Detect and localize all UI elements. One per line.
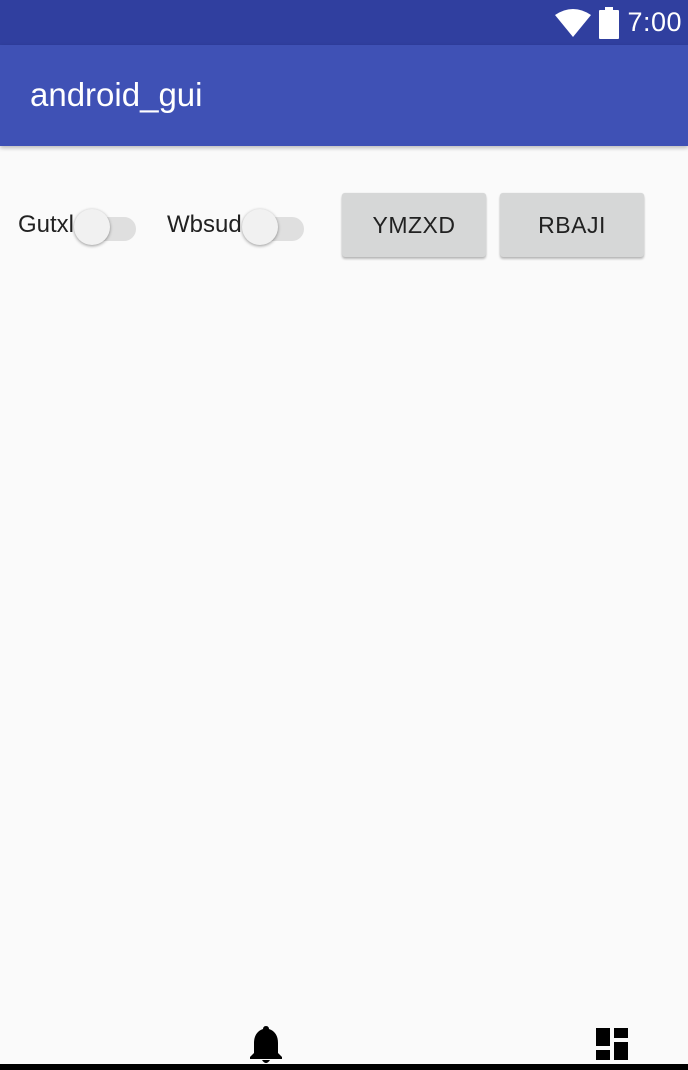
switch-gutxl[interactable]: Gutxl xyxy=(18,208,137,245)
ymzxd-button[interactable]: YMZXD xyxy=(342,193,486,257)
switch-thumb[interactable] xyxy=(241,209,278,245)
switch-label-wbsud: Wbsud xyxy=(167,211,242,238)
toggle-switch-wbsud[interactable] xyxy=(241,208,304,245)
wifi-icon xyxy=(555,8,592,37)
battery-icon xyxy=(599,6,620,39)
status-icons: 7:00 xyxy=(555,0,682,45)
bottom-icon-area xyxy=(0,1020,688,1070)
status-time: 7:00 xyxy=(627,7,682,37)
switch-thumb[interactable] xyxy=(74,209,111,245)
toggle-switch-gutxl[interactable] xyxy=(74,208,137,245)
rbaji-button[interactable]: RBAJI xyxy=(500,193,644,257)
dashboard-icon[interactable] xyxy=(596,1028,628,1060)
app-title: android_gui xyxy=(30,76,203,113)
status-bar: 7:00 xyxy=(0,0,688,45)
switch-wbsud[interactable]: Wbsud xyxy=(167,208,304,245)
switch-label-gutxl: Gutxl xyxy=(18,211,75,238)
main-content: Gutxl Wbsud YMZXD RBAJI xyxy=(0,146,688,1036)
app-bar: android_gui xyxy=(0,45,688,146)
navigation-bar xyxy=(0,1064,688,1070)
bell-icon[interactable] xyxy=(250,1026,282,1064)
